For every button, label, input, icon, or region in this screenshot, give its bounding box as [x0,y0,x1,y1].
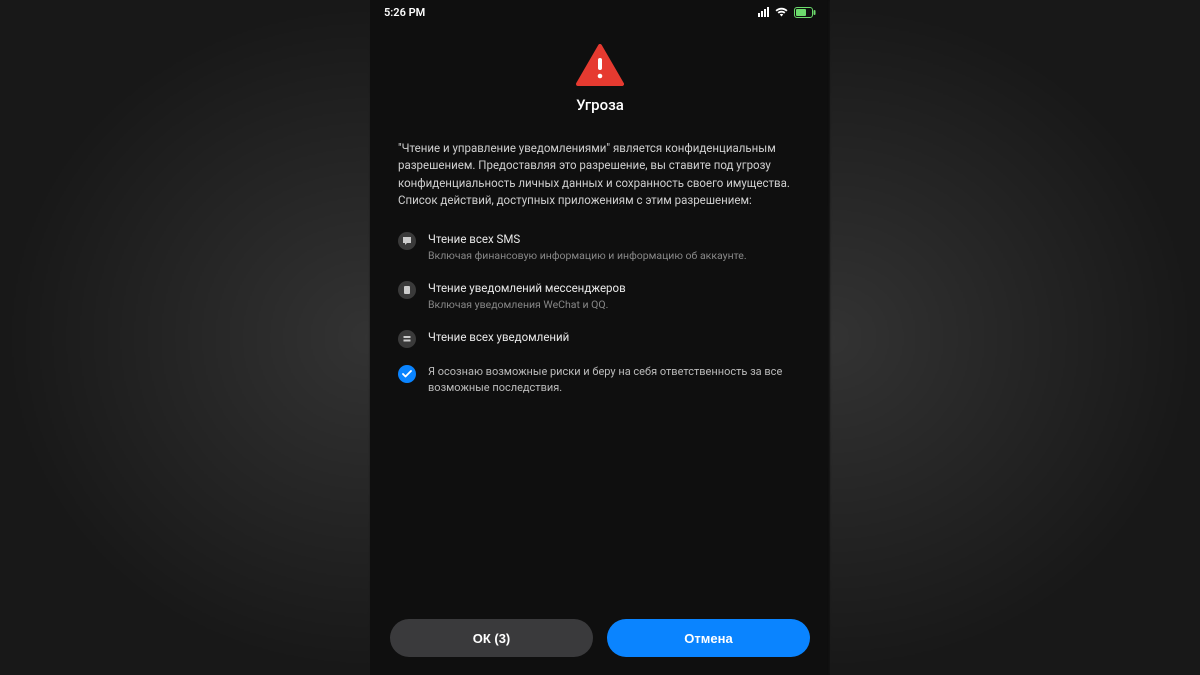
battery-icon [794,7,816,18]
wifi-icon [775,7,788,17]
warning-icon [576,44,624,86]
permission-item: Чтение всех уведомлений [398,329,802,348]
permission-title: Чтение уведомлений мессенджеров [428,280,802,296]
consent-label: Я осознаю возможные риски и беру на себя… [428,364,802,396]
permission-item: Чтение всех SMS Включая финансовую инфор… [398,231,802,264]
dialog-content: Угроза "Чтение и управление уведомлениям… [370,24,830,603]
messenger-icon [398,281,416,299]
status-icons [757,7,816,18]
background-blur-left [0,0,370,675]
cancel-button[interactable]: Отмена [607,619,810,657]
status-bar: 5:26 PM [370,0,830,24]
dialog-buttons: ОК (3) Отмена [370,603,830,675]
permission-sub: Включая финансовую информацию и информац… [428,249,802,264]
permission-item: Чтение уведомлений мессенджеров Включая … [398,280,802,313]
phone-screen: 5:26 PM Угроза "Чтение и управл [370,0,830,675]
ok-button[interactable]: ОК (3) [390,619,593,657]
dialog-title: Угроза [398,96,802,114]
dialog-body: "Чтение и управление уведомлениями" явля… [398,140,802,209]
signal-icon [757,7,769,17]
background-blur-right [830,0,1200,675]
permission-sub: Включая уведомления WeChat и QQ. [428,298,802,313]
notifications-icon [398,330,416,348]
permission-title: Чтение всех SMS [428,231,802,247]
sms-icon [398,232,416,250]
status-time: 5:26 PM [384,6,425,19]
permission-title: Чтение всех уведомлений [428,329,802,345]
checkbox-checked-icon[interactable] [398,365,416,383]
consent-row[interactable]: Я осознаю возможные риски и беру на себя… [398,364,802,396]
